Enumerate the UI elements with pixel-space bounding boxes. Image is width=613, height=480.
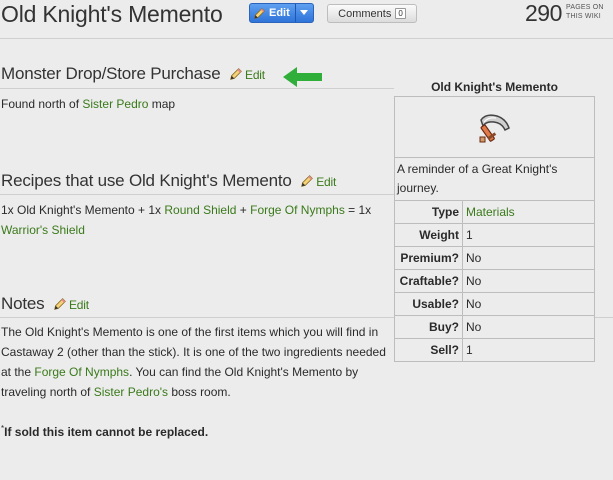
- page-title: Old Knight's Memento: [1, 1, 223, 27]
- notes-text: boss room.: [168, 385, 231, 399]
- edit-page-button[interactable]: Edit: [249, 3, 314, 23]
- pencil-icon: [254, 7, 265, 19]
- section-heading-notes: Notes Edit: [1, 294, 89, 314]
- pages-count: 290: [525, 0, 562, 26]
- notes-footnote: *If sold this item cannot be replaced.: [1, 419, 208, 442]
- forge-of-nymphs-link[interactable]: Forge Of Nymphs: [34, 365, 129, 379]
- forge-of-nymphs-link[interactable]: Forge Of Nymphs: [250, 203, 345, 217]
- edit-section-notes-label: Edit: [68, 298, 89, 312]
- pages-label-line1: PAGES ON: [566, 4, 604, 11]
- infobox-title: Old Knight's Memento: [431, 80, 558, 94]
- sister-pedros-link[interactable]: Sister Pedro's: [94, 385, 168, 399]
- warriors-shield-link[interactable]: Warrior's Shield: [1, 223, 85, 237]
- recipe-text: +: [236, 203, 251, 217]
- chevron-down-icon: [300, 10, 309, 15]
- footnote-text: If sold this item cannot be replaced.: [4, 425, 209, 439]
- recipe-text: 1x Old Knight's Memento + 1x: [1, 203, 165, 217]
- page-header: Old Knight's Memento Edit Comments 0 290…: [0, 0, 613, 32]
- infobox-value-type: Materials: [462, 200, 595, 224]
- pages-label: PAGES ON THIS WIKI: [566, 3, 604, 21]
- edit-section-notes-link[interactable]: Edit: [53, 298, 89, 312]
- infobox-label-premium: Premium?: [394, 246, 463, 270]
- notes-paragraph: The Old Knight's Memento is one of the f…: [1, 322, 393, 402]
- comments-button[interactable]: Comments 0: [327, 4, 417, 23]
- edit-section-drop-link[interactable]: Edit: [229, 68, 265, 82]
- edit-dropdown-toggle[interactable]: [294, 4, 313, 22]
- infobox-value-premium: No: [462, 246, 595, 270]
- section-heading-drop-text: Monster Drop/Store Purchase: [1, 64, 221, 83]
- infobox-label-usable: Usable?: [394, 292, 463, 316]
- infobox-image-cell: [394, 96, 595, 158]
- item-infobox: Old Knight's Memento A reminder of a Gre…: [394, 76, 595, 362]
- edit-section-recipes-link[interactable]: Edit: [300, 175, 336, 189]
- infobox-value-usable: No: [462, 292, 595, 316]
- infobox-value-sell: 1: [462, 338, 595, 362]
- pencil-icon: [54, 298, 66, 310]
- materials-link[interactable]: Materials: [466, 205, 515, 219]
- infobox-value-craftable: No: [462, 269, 595, 293]
- infobox-label-weight: Weight: [394, 223, 463, 247]
- drop-text: Found north of: [1, 97, 83, 111]
- section-heading-drop: Monster Drop/Store Purchase Edit: [1, 64, 265, 84]
- pencil-icon: [230, 68, 242, 80]
- sister-pedro-link[interactable]: Sister Pedro: [82, 97, 148, 111]
- section-divider: [0, 194, 394, 195]
- drop-paragraph: Found north of Sister Pedro map: [1, 94, 175, 114]
- infobox-table: A reminder of a Great Knight's journey. …: [394, 96, 595, 362]
- arrow-left-icon: [283, 67, 322, 87]
- edit-section-drop-label: Edit: [245, 68, 265, 82]
- item-sprite-icon: [479, 114, 510, 143]
- section-divider: [0, 88, 394, 89]
- section-heading-recipes-text: Recipes that use Old Knight's Memento: [1, 171, 292, 190]
- header-divider: [0, 38, 613, 39]
- section-heading-recipes: Recipes that use Old Knight's Memento Ed…: [1, 171, 336, 191]
- recipe-text: = 1x: [344, 203, 372, 217]
- drop-text-after: map: [148, 97, 176, 111]
- infobox-label-buy: Buy?: [394, 315, 463, 339]
- edit-button-main[interactable]: Edit: [250, 4, 295, 22]
- infobox-label-type: Type: [394, 200, 463, 224]
- recipes-paragraph: 1x Old Knight's Memento + 1x Round Shiel…: [1, 200, 389, 240]
- pencil-icon: [301, 175, 314, 187]
- comments-label: Comments: [338, 7, 392, 20]
- infobox-value-weight: 1: [462, 223, 595, 247]
- infobox-description: A reminder of a Great Knight's journey.: [394, 157, 595, 201]
- infobox-label-craftable: Craftable?: [394, 269, 463, 293]
- round-shield-link[interactable]: Round Shield: [164, 203, 236, 217]
- edit-section-recipes-label: Edit: [316, 175, 337, 189]
- section-heading-notes-text: Notes: [1, 294, 45, 313]
- edit-button-label: Edit: [269, 7, 290, 19]
- comments-count-badge: 0: [395, 8, 406, 19]
- pages-label-line2: THIS WIKI: [566, 13, 601, 20]
- infobox-label-sell: Sell?: [394, 338, 463, 362]
- infobox-value-buy: No: [462, 315, 595, 339]
